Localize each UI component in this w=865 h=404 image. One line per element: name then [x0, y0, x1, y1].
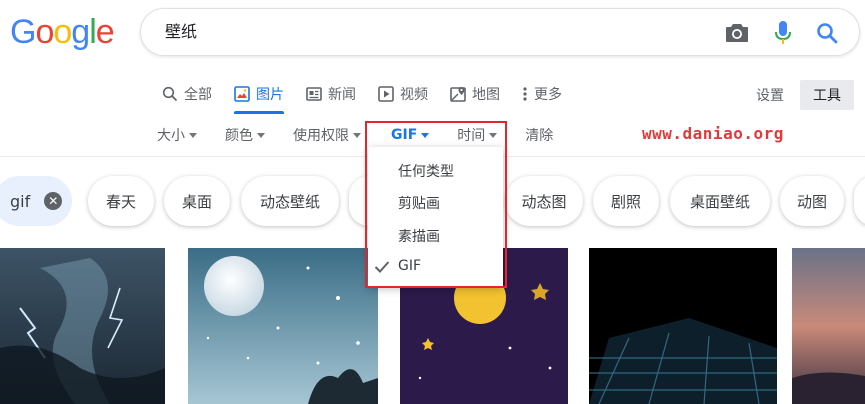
filter-label: 使用权限 — [293, 128, 349, 144]
caret-down-icon — [421, 132, 430, 138]
settings-link[interactable]: 设置 — [756, 85, 784, 105]
tab-news[interactable]: 新闻 — [306, 80, 356, 108]
video-icon — [378, 86, 394, 102]
search-icon[interactable] — [813, 19, 841, 47]
menu-item-any-type[interactable]: 任何类型 — [398, 161, 454, 181]
image-result-full-moon[interactable] — [188, 248, 378, 404]
chip-stills[interactable]: 剧照 — [593, 176, 659, 226]
image-result-sunset[interactable] — [792, 248, 865, 404]
chip-label: 动态壁纸 — [259, 192, 320, 211]
chip-desktop[interactable]: 桌面 — [164, 176, 230, 226]
chip-animated-image[interactable]: 动态图 — [505, 176, 583, 226]
caret-down-icon — [489, 132, 498, 138]
caret-down-icon — [257, 132, 265, 138]
filter-type[interactable]: GIF — [391, 127, 430, 143]
filter-usage-rights[interactable]: 使用权限 — [293, 125, 361, 145]
close-icon[interactable]: ✕ — [44, 192, 63, 210]
tab-videos[interactable]: 视频 — [378, 80, 428, 108]
tab-label: 新闻 — [328, 87, 356, 103]
logo-letter: o — [35, 13, 54, 51]
tab-images[interactable]: 图片 — [234, 80, 284, 114]
filter-label: 清除 — [525, 128, 554, 144]
more-vert-icon — [523, 87, 527, 101]
menu-item-clip-art[interactable]: 剪贴画 — [398, 193, 440, 213]
filter-time[interactable]: 时间 — [457, 125, 498, 145]
filter-size[interactable]: 大小 — [157, 125, 197, 145]
chip-gif-selected[interactable]: gif ✕ — [0, 176, 72, 226]
image-icon — [234, 86, 250, 102]
logo-letter: o — [53, 13, 72, 51]
chip-label: 桌面壁纸 — [689, 192, 750, 211]
menu-item-line-drawing[interactable]: 素描画 — [398, 226, 440, 246]
search-tabs: 全部 图片 新闻 视频 地图 更多 — [162, 80, 584, 114]
camera-icon[interactable] — [723, 19, 751, 47]
watermark-text: www.daniao.org — [642, 124, 784, 143]
news-icon — [306, 87, 322, 101]
filter-label: GIF — [391, 127, 418, 143]
filter-label: 颜色 — [225, 128, 253, 144]
logo-letter: G — [10, 13, 36, 51]
tab-maps[interactable]: 地图 — [450, 80, 500, 108]
map-icon — [450, 87, 466, 102]
google-logo[interactable]: Google — [10, 12, 115, 52]
chip-live-wallpaper[interactable]: 动态壁纸 — [241, 176, 339, 226]
search-box: 壁纸 — [140, 8, 860, 56]
search-input[interactable]: 壁纸 — [165, 9, 685, 55]
image-result-storm[interactable] — [0, 248, 165, 404]
tab-label: 更多 — [534, 87, 562, 103]
filter-color[interactable]: 颜色 — [225, 125, 265, 145]
tools-filter-bar: 大小 颜色 使用权限 GIF 时间 清除 — [157, 124, 581, 146]
image-result-grid-floor[interactable] — [589, 248, 777, 404]
tools-button[interactable]: 工具 — [800, 80, 854, 110]
chip-label: 剧照 — [610, 192, 641, 211]
tab-label: 地图 — [472, 87, 500, 103]
tab-label: 图片 — [256, 87, 284, 103]
chip-label: 春天 — [105, 192, 136, 211]
type-dropdown-menu: 任何类型 剪贴画 素描画 GIF — [368, 147, 503, 287]
microphone-icon[interactable] — [769, 19, 797, 47]
chip-spring[interactable]: 春天 — [88, 176, 154, 226]
tab-label: 全部 — [184, 87, 212, 103]
filter-label: 时间 — [457, 128, 486, 144]
tab-label: 视频 — [400, 87, 428, 103]
filter-clear[interactable]: 清除 — [525, 125, 553, 145]
caret-down-icon — [189, 132, 197, 138]
logo-letter: g — [71, 13, 90, 51]
chip-label: 动态图 — [521, 192, 567, 211]
logo-letter: e — [95, 13, 115, 51]
caret-down-icon — [353, 132, 361, 138]
tab-more[interactable]: 更多 — [522, 80, 562, 108]
chip-label: 动图 — [796, 192, 827, 211]
menu-item-gif[interactable]: GIF — [398, 258, 421, 274]
chip-desktop-wallpaper[interactable]: 桌面壁纸 — [670, 176, 770, 226]
filter-label: 大小 — [157, 128, 185, 144]
tab-all[interactable]: 全部 — [162, 80, 212, 108]
check-icon — [374, 259, 390, 278]
chip-label: gif — [10, 191, 31, 211]
search-icon — [162, 86, 178, 102]
chip-gif-animation[interactable]: 动图 — [780, 176, 844, 226]
chip-label: 桌面 — [181, 192, 212, 211]
